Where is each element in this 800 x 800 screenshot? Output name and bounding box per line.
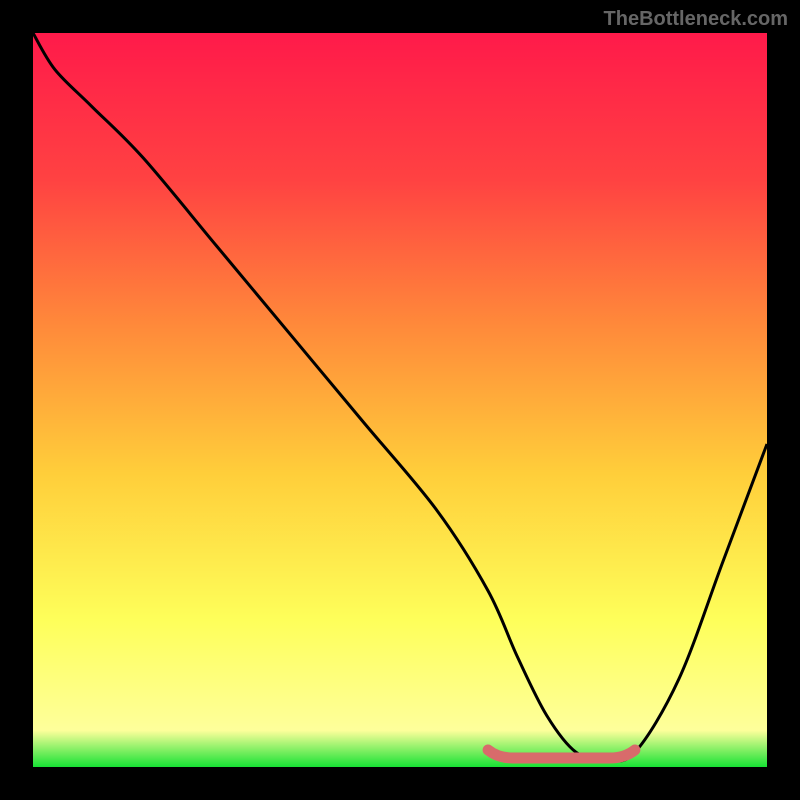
bottleneck-curve-path bbox=[33, 33, 767, 761]
flat-region-marker bbox=[488, 750, 635, 758]
chart-plot-area bbox=[33, 33, 767, 767]
chart-curve bbox=[33, 33, 767, 767]
watermark-text: TheBottleneck.com bbox=[604, 8, 788, 31]
